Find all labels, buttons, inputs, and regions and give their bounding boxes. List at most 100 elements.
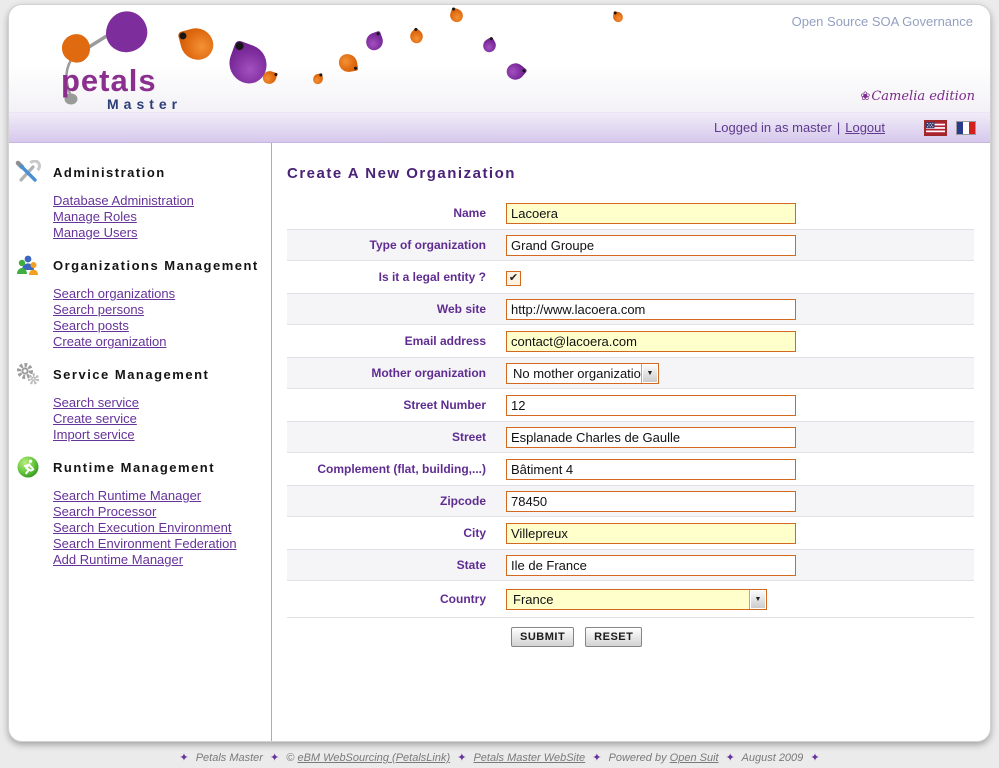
sidebar-navigation: Administration Database Administration M… bbox=[9, 143, 272, 741]
footer-brand: Petals Master bbox=[196, 752, 263, 764]
logged-in-status: Logged in as master bbox=[714, 120, 832, 135]
french-flag-button[interactable] bbox=[956, 121, 976, 135]
state-input[interactable] bbox=[506, 555, 796, 576]
form-row: Complement (flat, building,...) bbox=[287, 453, 974, 485]
sidebar-link-search-environment-federation[interactable]: Search Environment Federation bbox=[53, 536, 271, 552]
sidebar-link-search-posts[interactable]: Search posts bbox=[53, 318, 271, 334]
submit-button[interactable]: SUBMIT bbox=[511, 627, 574, 647]
type-of-organization-input[interactable] bbox=[506, 235, 796, 256]
camelia-flower-icon: ❀ bbox=[860, 89, 870, 103]
form-row: Mother organization No mother organizati… bbox=[287, 357, 974, 389]
app-tagline: Open Source SOA Governance bbox=[792, 14, 973, 29]
reset-button[interactable]: RESET bbox=[585, 627, 642, 647]
section-runtime-management: Runtime Management bbox=[9, 452, 271, 481]
sidebar-link-database-administration[interactable]: Database Administration bbox=[53, 193, 271, 209]
form-row: Zipcode bbox=[287, 485, 974, 517]
sidebar-link-search-persons[interactable]: Search persons bbox=[53, 302, 271, 318]
sidebar-link-create-organization[interactable]: Create organization bbox=[53, 334, 271, 350]
footer-link-petals-master-website[interactable]: Petals Master WebSite bbox=[473, 752, 585, 764]
chevron-down-icon: ▼ bbox=[749, 590, 766, 609]
mother-organization-label: Mother organization bbox=[287, 366, 496, 380]
runner-icon bbox=[15, 455, 41, 479]
gears-icon bbox=[15, 362, 41, 386]
street-number-input[interactable] bbox=[506, 395, 796, 416]
section-title: Organizations Management bbox=[53, 258, 259, 273]
sidebar-link-create-service[interactable]: Create service bbox=[53, 411, 271, 427]
petal-decoration bbox=[612, 11, 624, 23]
form-row: City bbox=[287, 517, 974, 549]
sidebar-link-search-service[interactable]: Search service bbox=[53, 395, 271, 411]
sidebar-link-search-processor[interactable]: Search Processor bbox=[53, 504, 271, 520]
tools-icon bbox=[15, 160, 41, 184]
diamond-icon: ✦ bbox=[179, 752, 188, 764]
email-address-label: Email address bbox=[287, 334, 496, 348]
petal-decoration bbox=[504, 60, 528, 84]
petal-decoration bbox=[448, 7, 465, 24]
login-bar: Logged in as master | Logout bbox=[9, 112, 990, 143]
footer-link-ebm-websourcing[interactable]: eBM WebSourcing (PetalsLink) bbox=[297, 752, 450, 764]
footer-copyright: © eBM WebSourcing (PetalsLink) bbox=[286, 752, 450, 764]
petal-decoration bbox=[364, 31, 386, 53]
logo-subtitle: Master bbox=[107, 96, 182, 112]
form-row: Street Number bbox=[287, 389, 974, 421]
type-of-organization-label: Type of organization bbox=[287, 238, 496, 252]
diamond-icon: ✦ bbox=[726, 752, 735, 764]
section-title: Administration bbox=[53, 165, 166, 180]
form-row: Is it a legal entity ? ✔ bbox=[287, 261, 974, 293]
english-flag-button[interactable] bbox=[924, 120, 947, 136]
form-row: State bbox=[287, 549, 974, 581]
app-header: petals Master Open Source SOA Governance… bbox=[9, 5, 990, 112]
page-title: Create A New Organization bbox=[287, 165, 974, 182]
web-site-label: Web site bbox=[287, 302, 496, 316]
diamond-icon: ✦ bbox=[457, 752, 466, 764]
zipcode-input[interactable] bbox=[506, 491, 796, 512]
form-row: Name bbox=[287, 197, 974, 229]
city-label: City bbox=[287, 526, 496, 540]
edition-label: ❀Camelia edition bbox=[860, 89, 975, 104]
name-input[interactable] bbox=[506, 203, 796, 224]
form-row: Type of organization bbox=[287, 229, 974, 261]
status-separator: | bbox=[837, 120, 840, 135]
sidebar-link-search-runtime-manager[interactable]: Search Runtime Manager bbox=[53, 488, 271, 504]
footer-powered-by: Powered by Open Suit bbox=[609, 752, 719, 764]
web-site-input[interactable] bbox=[506, 299, 796, 320]
petal-decoration bbox=[407, 27, 425, 45]
complement-input[interactable] bbox=[506, 459, 796, 480]
app-window: petals Master Open Source SOA Governance… bbox=[8, 4, 991, 742]
sidebar-link-manage-users[interactable]: Manage Users bbox=[53, 225, 271, 241]
logout-link[interactable]: Logout bbox=[845, 120, 885, 135]
state-label: State bbox=[287, 558, 496, 572]
logo-title: petals bbox=[61, 63, 157, 99]
petal-decoration bbox=[312, 73, 324, 85]
sidebar-link-search-organizations[interactable]: Search organizations bbox=[53, 286, 271, 302]
legal-entity-checkbox[interactable]: ✔ bbox=[506, 271, 521, 286]
mother-organization-select[interactable]: No mother organization ▼ bbox=[506, 363, 659, 384]
complement-label: Complement (flat, building,...) bbox=[287, 462, 496, 476]
form-row: Web site bbox=[287, 293, 974, 325]
mother-organization-value: No mother organization bbox=[507, 364, 641, 383]
sidebar-link-manage-roles[interactable]: Manage Roles bbox=[53, 209, 271, 225]
street-input[interactable] bbox=[506, 427, 796, 448]
legal-entity-label: Is it a legal entity ? bbox=[287, 270, 496, 284]
diamond-icon: ✦ bbox=[592, 752, 601, 764]
sidebar-link-search-execution-environment[interactable]: Search Execution Environment bbox=[53, 520, 271, 536]
create-organization-form: Name Type of organization Is it a legal … bbox=[287, 197, 974, 618]
country-label: Country bbox=[287, 592, 496, 606]
section-title: Runtime Management bbox=[53, 460, 215, 475]
petal-decoration bbox=[338, 53, 359, 74]
name-label: Name bbox=[287, 206, 496, 220]
form-row: Street bbox=[287, 421, 974, 453]
footer-link-open-suit[interactable]: Open Suit bbox=[670, 752, 719, 764]
sidebar-link-add-runtime-manager[interactable]: Add Runtime Manager bbox=[53, 552, 271, 568]
petals-master-logo: petals Master bbox=[9, 5, 239, 112]
section-title: Service Management bbox=[53, 367, 209, 382]
city-input[interactable] bbox=[506, 523, 796, 544]
street-number-label: Street Number bbox=[287, 398, 496, 412]
country-select[interactable]: France ▼ bbox=[506, 589, 767, 610]
street-label: Street bbox=[287, 430, 496, 444]
sidebar-link-import-service[interactable]: Import service bbox=[53, 427, 271, 443]
form-row: Country France ▼ bbox=[287, 581, 974, 617]
petal-decoration bbox=[481, 37, 499, 55]
people-icon bbox=[15, 253, 41, 277]
email-address-input[interactable] bbox=[506, 331, 796, 352]
